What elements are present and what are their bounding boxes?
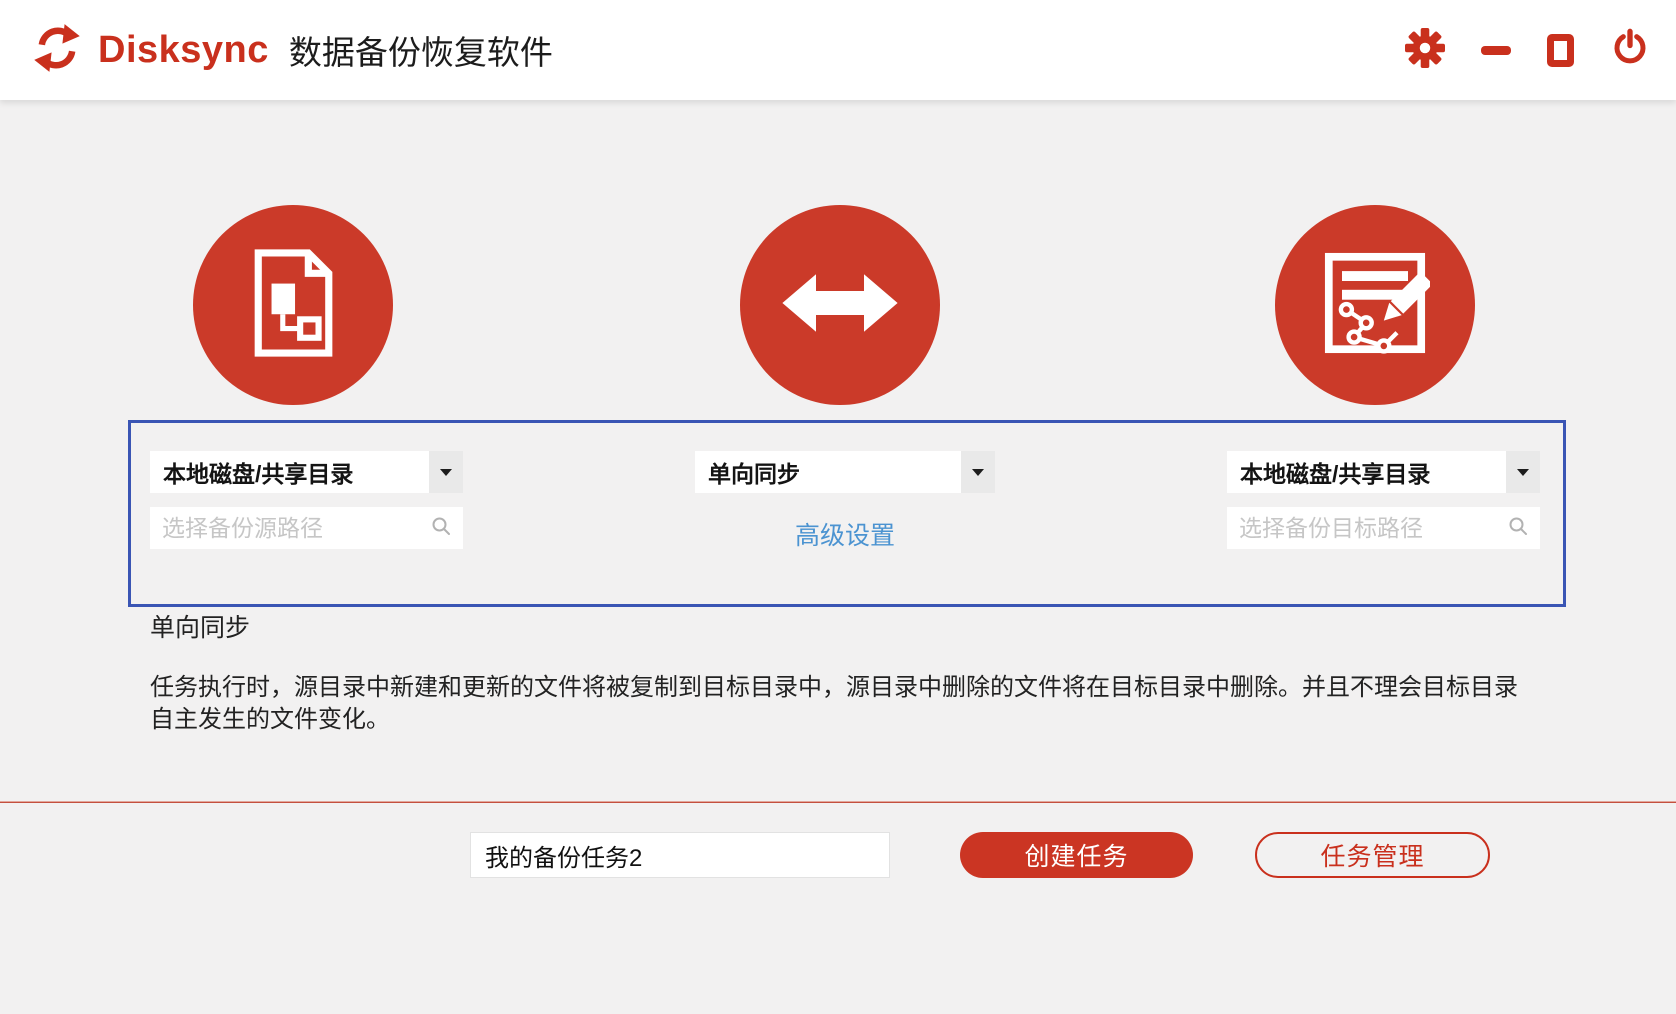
description-line-2: 自主发生的文件变化。: [150, 706, 390, 733]
sync-mode-value: 单向同步: [708, 461, 800, 487]
task-edit-icon: [1320, 248, 1433, 363]
sync-mode-circle[interactable]: [740, 205, 940, 405]
search-icon[interactable]: [431, 516, 451, 541]
manage-tasks-button[interactable]: 任务管理: [1255, 832, 1490, 878]
source-type-dropdown[interactable]: 本地磁盘/共享目录: [150, 451, 463, 493]
source-circle[interactable]: [193, 205, 393, 405]
maximize-icon: [1547, 33, 1574, 67]
minimize-icon: [1481, 45, 1511, 55]
red-divider: [0, 801, 1676, 803]
source-document-icon: [247, 246, 339, 365]
sync-mode-title: 单向同步: [150, 614, 251, 642]
chevron-down-icon: [1517, 468, 1529, 476]
advanced-settings-link[interactable]: 高级设置: [695, 516, 995, 552]
power-button[interactable]: [1610, 28, 1650, 73]
chevron-down-icon: [972, 468, 984, 476]
sync-mode-arrowbox[interactable]: [961, 451, 995, 493]
source-path-input[interactable]: [162, 514, 425, 542]
brand: Disksync 数据备份恢复软件: [30, 22, 553, 79]
sync-logo-icon: [30, 22, 84, 79]
search-icon[interactable]: [1508, 516, 1528, 541]
source-type-value: 本地磁盘/共享目录: [163, 461, 354, 487]
target-circle[interactable]: [1275, 205, 1475, 405]
maximize-button[interactable]: [1547, 33, 1574, 67]
target-path-field[interactable]: [1227, 507, 1540, 549]
gear-icon: [1405, 27, 1445, 73]
target-type-dropdown[interactable]: 本地磁盘/共享目录: [1227, 451, 1540, 493]
create-task-button[interactable]: 创建任务: [960, 832, 1193, 878]
chevron-down-icon: [440, 468, 452, 476]
minimize-button[interactable]: [1481, 45, 1511, 55]
target-type-value: 本地磁盘/共享目录: [1240, 461, 1431, 487]
source-type-arrowbox[interactable]: [429, 451, 463, 493]
target-path-input[interactable]: [1239, 514, 1502, 542]
power-icon: [1610, 28, 1650, 73]
settings-button[interactable]: [1405, 27, 1445, 73]
window-controls: [1405, 0, 1650, 100]
target-type-arrowbox[interactable]: [1506, 451, 1540, 493]
description-line-1: 任务执行时，源目录中新建和更新的文件将被复制到目标目录中，源目录中删除的文件将在…: [150, 674, 1518, 701]
brand-name: Disksync: [98, 28, 269, 71]
two-way-arrow-icon: [780, 267, 900, 344]
sync-mode-description: 任务执行时，源目录中新建和更新的文件将被复制到目标目录中，源目录中删除的文件将在…: [150, 672, 1518, 736]
sync-mode-dropdown[interactable]: 单向同步: [695, 451, 995, 493]
app-title: 数据备份恢复软件: [288, 34, 553, 71]
task-name-input[interactable]: [470, 832, 890, 878]
title-bar: Disksync 数据备份恢复软件: [0, 0, 1676, 100]
source-path-field[interactable]: [150, 507, 463, 549]
disksync-window: Disksync 数据备份恢复软件 本地磁盘/共享目录 选择备份源路径 单向同步…: [0, 0, 1676, 1014]
